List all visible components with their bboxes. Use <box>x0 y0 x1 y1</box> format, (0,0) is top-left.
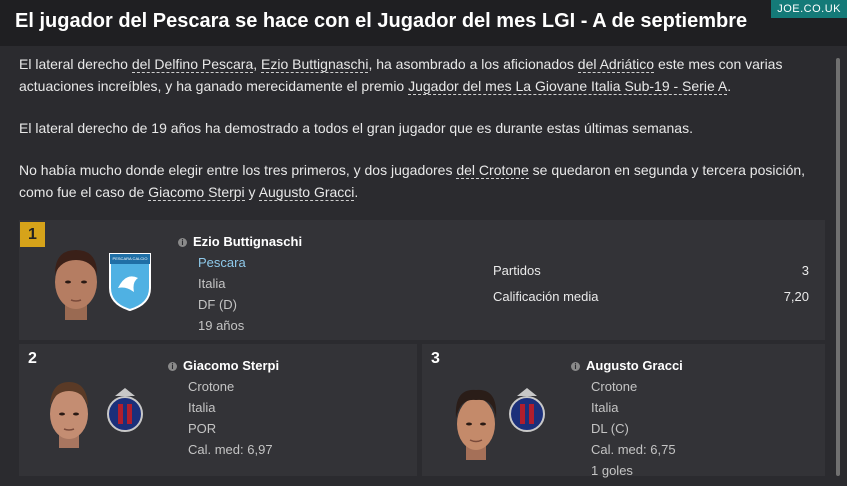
page-title: El jugador del Pescara se hace con el Ju… <box>15 10 748 32</box>
player-link-buttignaschi[interactable]: Ezio Buttignaschi <box>261 56 369 73</box>
article-body: El lateral derecho del Delfino Pescara, … <box>19 53 819 223</box>
player-position: DL (C) <box>591 421 629 436</box>
player-link-sterpi[interactable]: Giacomo Sterpi <box>148 184 245 201</box>
article-paragraph-2: El lateral derecho de 19 años ha demostr… <box>19 120 693 136</box>
player-club[interactable]: Crotone <box>591 379 637 394</box>
info-icon[interactable]: i <box>168 362 177 371</box>
player-nationality: Italia <box>198 276 226 291</box>
player-name[interactable]: i Ezio Buttignaschi <box>178 234 302 249</box>
club-badge-pescara[interactable]: PESCARA CALCIO <box>108 252 152 312</box>
player-rating: Cal. med: 6,97 <box>188 442 273 457</box>
stats-rating-label: Calificación media <box>493 289 599 304</box>
player-link-gracci[interactable]: Augusto Gracci <box>258 184 355 201</box>
player-name[interactable]: i Giacomo Sterpi <box>168 358 279 373</box>
player-nationality: Italia <box>188 400 216 415</box>
player-age: 19 años <box>198 318 245 333</box>
club-badge-text: PESCARA CALCIO <box>112 256 148 261</box>
player-club[interactable]: Pescara <box>198 255 246 270</box>
fans-link[interactable]: del Adriático <box>577 56 655 73</box>
stats-appearances-value: 3 <box>801 263 809 278</box>
award-link[interactable]: Jugador del mes La Giovane Italia Sub-19… <box>408 78 728 95</box>
rank-number: 3 <box>431 350 440 367</box>
runner-up-card: 2 i Giacomo Sterpi Crotone Italia POR Cal… <box>19 344 417 476</box>
club-link-pescara[interactable]: del Delfino Pescara <box>131 56 254 73</box>
club-link-crotone[interactable]: del Crotone <box>456 162 529 179</box>
article-paragraph-1: El lateral derecho del Delfino Pescara, … <box>19 56 783 95</box>
info-icon[interactable]: i <box>571 362 580 371</box>
article-paragraph-3: No había mucho donde elegir entre los tr… <box>19 162 806 201</box>
stats-appearances-label: Partidos <box>493 263 541 278</box>
player-face[interactable] <box>47 242 105 324</box>
scrollbar[interactable] <box>836 58 840 476</box>
title-bar: El jugador del Pescara se hace con el Ju… <box>0 0 847 46</box>
player-club[interactable]: Crotone <box>188 379 234 394</box>
player-nationality: Italia <box>591 400 619 415</box>
player-rating: Cal. med: 6,75 <box>591 442 676 457</box>
club-badge-crotone[interactable] <box>508 384 546 440</box>
rank-number: 2 <box>28 350 37 367</box>
info-icon[interactable]: i <box>178 238 187 247</box>
club-badge-crotone[interactable] <box>106 384 144 440</box>
rank-badge: 1 <box>20 222 45 247</box>
player-face[interactable] <box>43 376 95 450</box>
player-position: DF (D) <box>198 297 237 312</box>
player-face[interactable] <box>450 384 502 462</box>
stats-rating-value: 7,20 <box>783 289 809 304</box>
player-position: POR <box>188 421 217 436</box>
site-watermark: JOE.CO.UK <box>771 0 847 18</box>
winner-card: 1 PESCARA CALCIO i Ezio Buttignaschi Pesc… <box>19 220 825 340</box>
player-name[interactable]: i Augusto Gracci <box>571 358 683 373</box>
third-place-card: 3 i Augusto Gracci Crotone Italia DL (C) … <box>422 344 825 478</box>
player-goals: 1 goles <box>591 463 633 478</box>
